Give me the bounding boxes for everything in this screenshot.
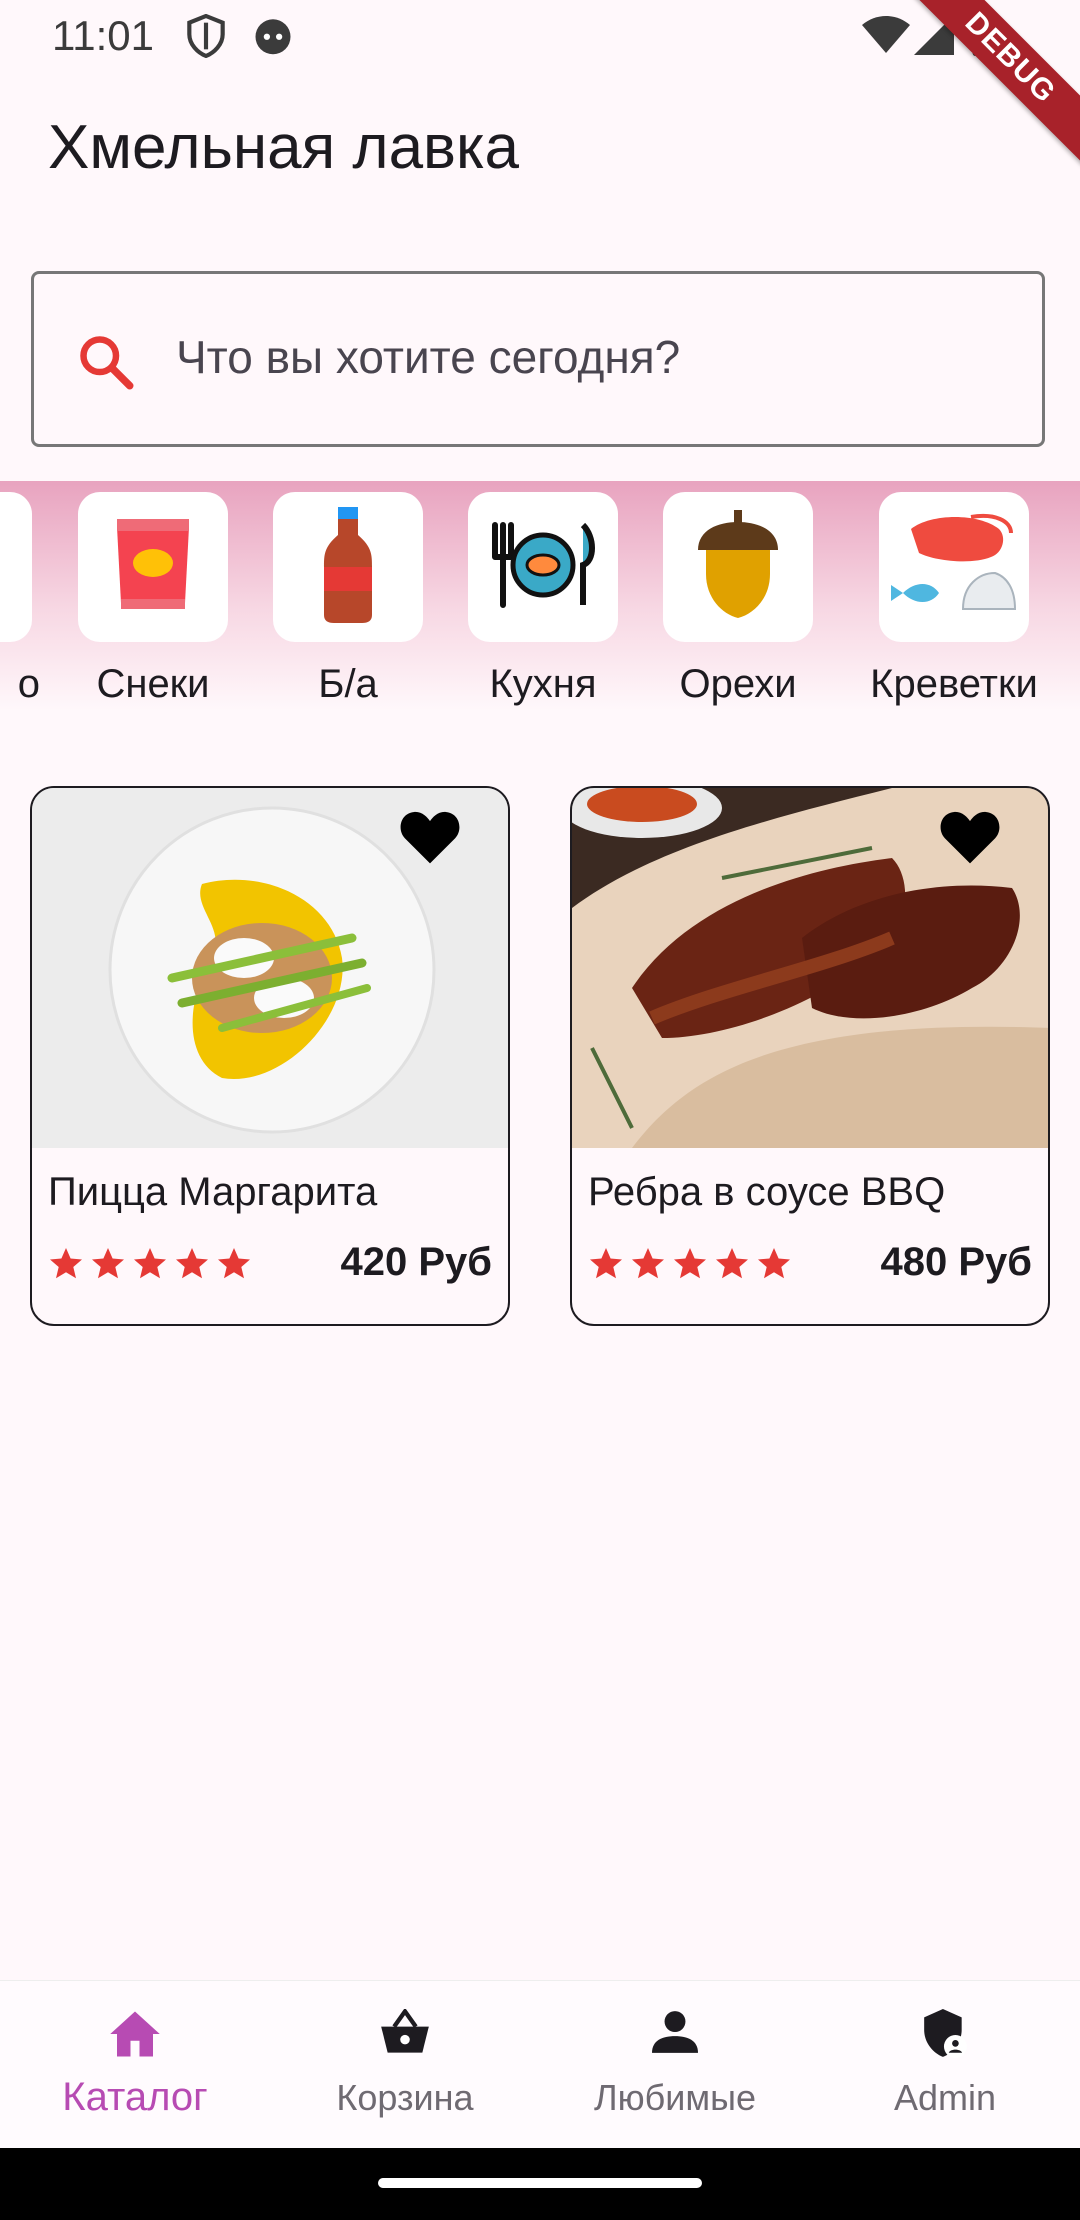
nav-label: Каталог: [62, 2075, 208, 2119]
nav-item-catalog[interactable]: Каталог: [0, 1981, 270, 2149]
category-label: Орехи: [679, 662, 797, 706]
nav-label: Корзина: [336, 2077, 474, 2118]
category-label: Снеки: [96, 662, 210, 706]
nav-label: Любимые: [594, 2077, 756, 2118]
category-strip[interactable]: о Снеки Б/а Кухня Орехи Креветки: [0, 481, 1080, 711]
home-gesture-handle[interactable]: [378, 2178, 702, 2188]
home-icon: [108, 2009, 162, 2064]
category-item-kitchen[interactable]: Кухня: [468, 492, 618, 706]
category-item-soft-drinks[interactable]: Б/а: [273, 492, 423, 706]
acorn-icon: [690, 509, 786, 625]
category-item-shrimp[interactable]: Креветки: [870, 492, 1038, 706]
category-label: Б/а: [318, 662, 378, 706]
basket-icon: [379, 2007, 431, 2060]
favorite-heart-icon[interactable]: [938, 808, 1002, 871]
category-label: Креветки: [870, 662, 1038, 706]
search-icon: [76, 332, 136, 397]
nav-item-favorites[interactable]: Любимые: [540, 1981, 810, 2149]
rating-stars: [48, 1246, 252, 1287]
shield-status-icon: [186, 13, 226, 63]
favorite-heart-icon[interactable]: [398, 808, 462, 871]
product-name: Ребра в соусе BBQ: [588, 1170, 946, 1214]
nav-item-admin[interactable]: Admin: [810, 1981, 1080, 2149]
product-price: 480 Руб: [880, 1240, 1032, 1284]
category-label: Кухня: [489, 662, 597, 706]
bottom-navigation: Каталог Корзина Любимые Admin: [0, 1980, 1080, 2149]
cat-face-status-icon: [252, 14, 294, 61]
category-item-nuts[interactable]: Орехи: [663, 492, 813, 706]
product-name: Пицца Маргарита: [48, 1170, 378, 1214]
page-title: Хмельная лавка: [48, 113, 519, 182]
rating-stars: [588, 1246, 792, 1287]
kitchen-plate-icon: [483, 517, 603, 618]
nav-label: Admin: [893, 2077, 997, 2118]
status-bar: 11:01 DEBUG: [0, 0, 1080, 167]
search-field[interactable]: Что вы хотите сегодня?: [31, 271, 1045, 447]
search-placeholder: Что вы хотите сегодня?: [176, 331, 681, 383]
category-item-partial[interactable]: о: [0, 492, 40, 706]
product-card[interactable]: Пицца Маргарита 420 Руб: [30, 786, 510, 1326]
status-time: 11:01: [52, 12, 154, 59]
shrimp-icon: [891, 509, 1017, 626]
person-icon: [652, 2009, 698, 2060]
admin-shield-icon: [922, 2009, 968, 2064]
wifi-icon: [862, 14, 910, 61]
category-item-snacks[interactable]: Снеки: [78, 492, 228, 706]
snack-bag-icon: [105, 515, 201, 620]
nav-item-cart[interactable]: Корзина: [270, 1981, 540, 2149]
category-label-partial: о: [17, 662, 40, 706]
product-card[interactable]: Ребра в соусе BBQ 480 Руб: [570, 786, 1050, 1326]
soda-bottle-icon: [318, 506, 378, 628]
product-price: 420 Руб: [340, 1240, 492, 1284]
